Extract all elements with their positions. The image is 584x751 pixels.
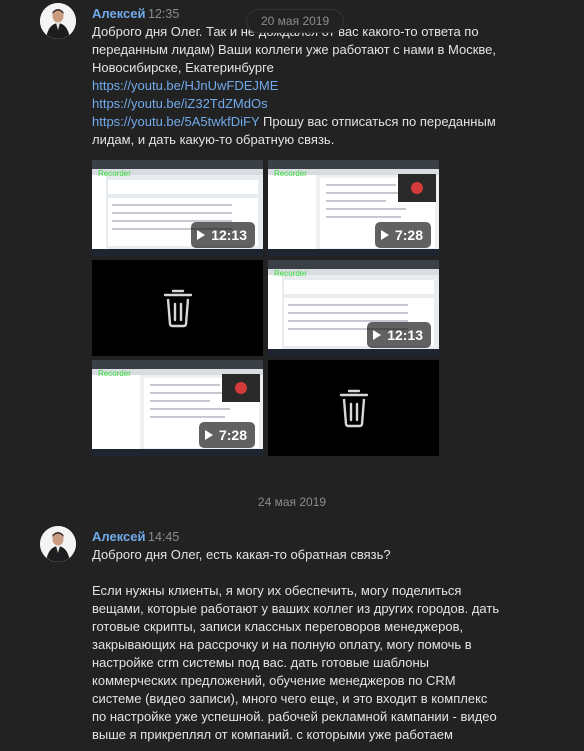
date-separator: 24 мая 2019	[257, 495, 327, 509]
message-time[interactable]: 14:45	[148, 530, 179, 544]
svg-text:Recorder: Recorder	[98, 369, 131, 378]
text-line: вещами, которые работают у ваших коллег …	[92, 601, 500, 616]
video-attachment-3[interactable]: Recorder 12:13	[268, 260, 439, 356]
avatar[interactable]	[40, 3, 76, 39]
text-line: коммерческих предложений, обучение менед…	[92, 673, 456, 688]
text-line: по настройке уже успешной. рабочей рекла…	[92, 709, 497, 724]
message-time[interactable]: 12:35	[148, 7, 179, 21]
text-line: лидам, и дать какую-то обратную связь.	[92, 132, 335, 147]
video-attachment-4[interactable]: Recorder 7:28	[92, 360, 263, 456]
video-duration-badge: 12:13	[191, 222, 255, 248]
deleted-attachment-2[interactable]	[268, 360, 439, 456]
svg-text:Recorder: Recorder	[274, 169, 307, 178]
text-line: готовые скрипты, записи классных перегов…	[92, 619, 464, 634]
play-icon	[380, 230, 389, 240]
author-name[interactable]: Алексей	[92, 529, 146, 544]
trash-icon	[163, 289, 192, 328]
video-duration-badge: 7:28	[198, 422, 255, 448]
message-2: Алексей 14:45 Доброго дня Олег, есть как…	[0, 520, 584, 751]
video-duration-badge: 12:13	[367, 322, 431, 348]
text-line: Доброго дня Олег, есть какая-то обратная…	[92, 547, 391, 562]
text-line: переданным лидам) Ваши коллеги уже работ…	[92, 42, 496, 57]
text-line: Новосибирске, Екатеринбурге	[92, 60, 274, 75]
youtube-link-2[interactable]: https://youtu.be/iZ32TdZMdOs	[92, 96, 268, 111]
video-attachment-1[interactable]: Recorder 12:13	[92, 160, 263, 256]
svg-text:Recorder: Recorder	[98, 169, 131, 178]
message-text: Доброго дня Олег. Так и не дождался от в…	[92, 23, 532, 149]
play-icon	[204, 430, 213, 440]
text-line: настройке crm системы под вас. дать гото…	[92, 655, 430, 670]
play-icon	[373, 330, 382, 340]
video-attachment-2[interactable]: Recorder 7:28	[268, 160, 439, 256]
youtube-link-3[interactable]: https://youtu.be/5A5twkfDiFY	[92, 114, 259, 129]
avatar-photo	[40, 526, 76, 562]
text-after-link: Прошу вас отписаться по переданным	[259, 114, 496, 129]
avatar[interactable]	[40, 526, 76, 562]
author-name[interactable]: Алексей	[92, 6, 146, 21]
play-icon	[197, 230, 206, 240]
svg-text:Recorder: Recorder	[274, 269, 307, 278]
text-line: выше я прикреплял от компаний. с которым…	[92, 727, 453, 742]
text-line: закрывающих на рассрочку и на полную опл…	[92, 637, 472, 652]
avatar-photo	[40, 3, 76, 39]
video-duration-badge: 7:28	[374, 222, 431, 248]
date-pill: 20 мая 2019	[246, 9, 345, 33]
trash-icon	[339, 389, 368, 428]
deleted-attachment-1[interactable]	[92, 260, 263, 356]
text-line: Если нужны клиенты, я могу их обеспечить…	[92, 583, 462, 598]
message-text: Доброго дня Олег, есть какая-то обратная…	[92, 546, 532, 744]
message-1: Алексей 12:35 Доброго дня Олег. Так и не…	[0, 0, 584, 470]
text-line: системе (видео записи), много чего еще, …	[92, 691, 488, 706]
youtube-link-1[interactable]: https://youtu.be/HJnUwFDEJME	[92, 78, 278, 93]
